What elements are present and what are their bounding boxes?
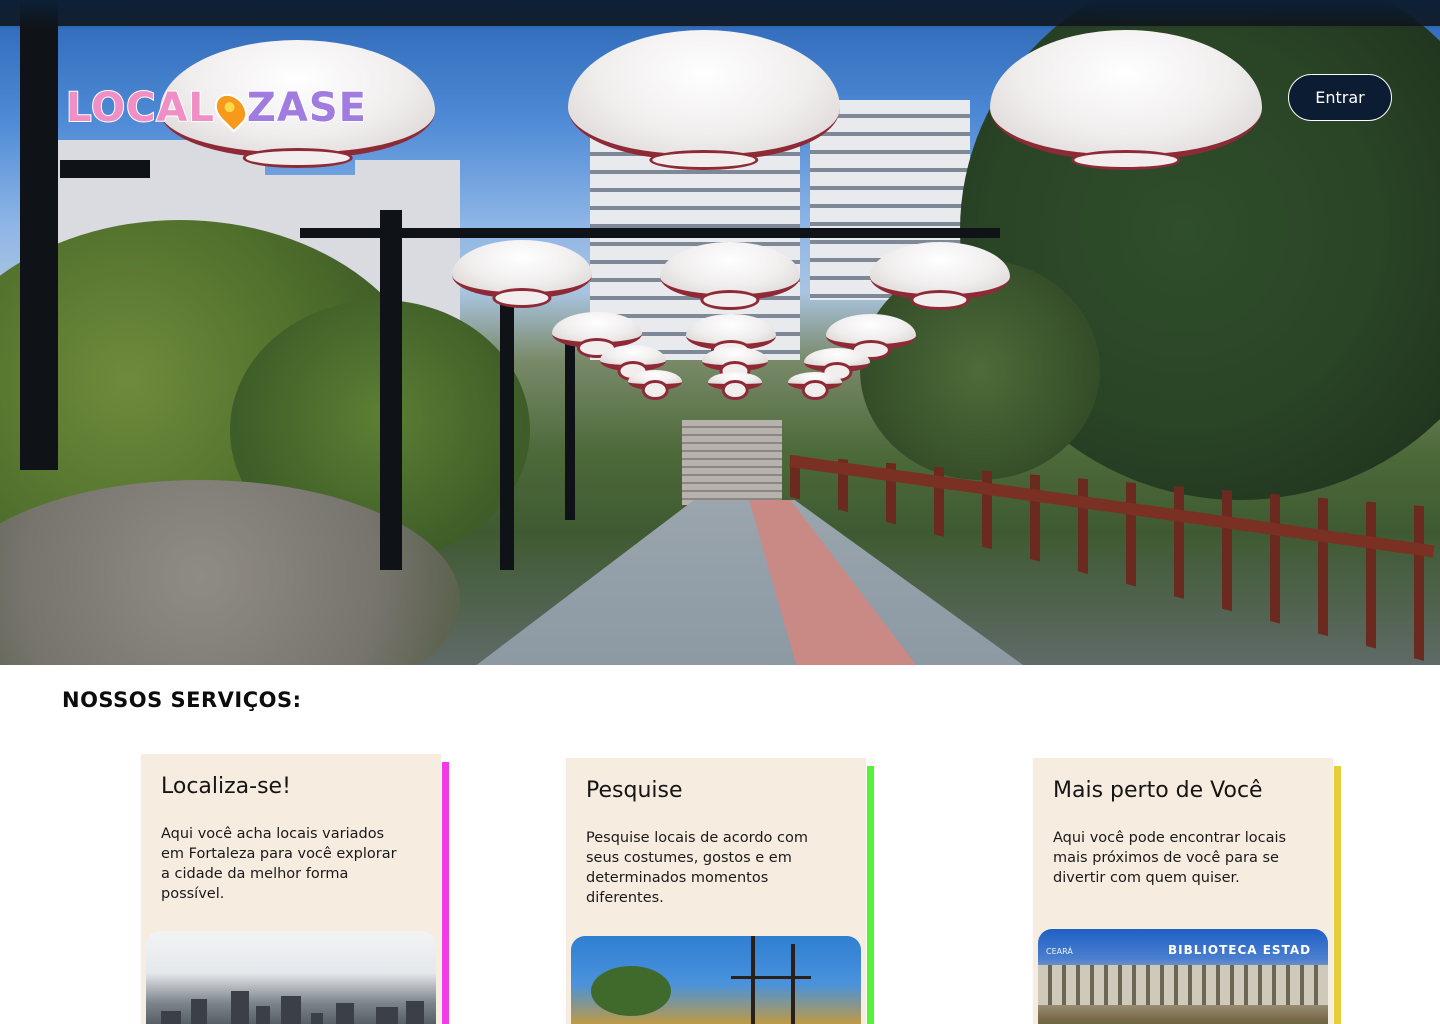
card-accent-bar xyxy=(1334,766,1341,1024)
card-image-city-skyline xyxy=(146,931,436,1024)
crossbeam xyxy=(300,228,1000,238)
logo[interactable]: LOCAL ZASE xyxy=(65,80,367,136)
card-description: Pesquise locais de acordo com seus costu… xyxy=(586,830,808,906)
logo-text-part1: LOCAL xyxy=(65,84,215,132)
card-title: Mais perto de Você xyxy=(1053,778,1263,803)
services-title: NOSSOS SERVIÇOS: xyxy=(62,688,302,712)
hero-top-shade xyxy=(0,0,1440,30)
lantern xyxy=(826,314,916,350)
lantern xyxy=(452,240,592,298)
lantern xyxy=(702,347,768,371)
lantern xyxy=(552,312,642,348)
pole xyxy=(20,0,58,470)
logo-text-part2: ZASE xyxy=(246,84,367,132)
lantern xyxy=(788,372,842,390)
library-sign: BIBLIOTECA ESTAD xyxy=(1168,943,1312,957)
login-button[interactable]: Entrar xyxy=(1288,74,1392,121)
card-image-ship xyxy=(571,936,861,1024)
stairs xyxy=(682,420,782,505)
card-accent-bar xyxy=(442,762,449,1024)
service-card-pesquise[interactable]: Pesquise Pesquise locais de acordo com s… xyxy=(566,758,874,1024)
crossbeam xyxy=(60,160,150,178)
lantern xyxy=(804,348,870,372)
lantern xyxy=(708,372,762,390)
card-description: Aqui você acha locais variados em Fortal… xyxy=(161,826,397,902)
service-card-mais-perto[interactable]: Mais perto de Você Aqui você pode encont… xyxy=(1033,758,1341,1024)
service-card-localiza[interactable]: Localiza-se! Aqui você acha locais varia… xyxy=(141,754,449,1024)
pole xyxy=(500,300,514,570)
card-accent-bar xyxy=(867,766,874,1024)
card-image-library: CEARÁ BIBLIOTECA ESTAD xyxy=(1038,929,1328,1024)
lantern xyxy=(686,314,776,350)
card-description: Aqui você pode encontrar locais mais pró… xyxy=(1053,830,1287,886)
pole xyxy=(565,340,575,520)
library-small-sign: CEARÁ xyxy=(1046,947,1073,956)
lantern xyxy=(600,345,666,371)
pole xyxy=(380,210,402,570)
lantern xyxy=(628,370,682,390)
lantern xyxy=(568,30,840,160)
card-title: Localiza-se! xyxy=(161,774,291,799)
card-title: Pesquise xyxy=(586,778,683,803)
